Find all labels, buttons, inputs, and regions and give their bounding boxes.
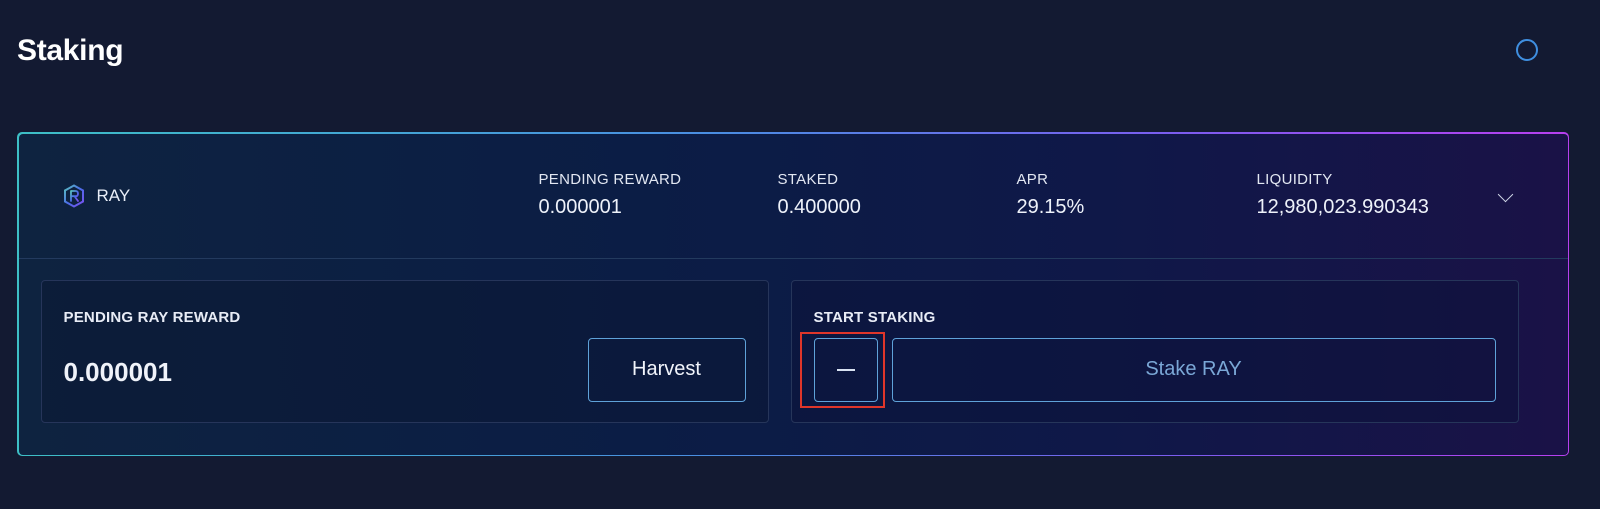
staking-page: Staking RAY PENDING REWARD 0.000001 STAK…: [0, 0, 1600, 509]
stat-staked: STAKED 0.400000: [778, 171, 861, 219]
stat-value: 0.400000: [777, 195, 861, 218]
staking-pool-card-body: RAY PENDING REWARD 0.000001 STAKED 0.400…: [18, 133, 1568, 455]
token-name: RAY: [96, 185, 131, 205]
minus-icon: [836, 368, 855, 371]
stake-panel: START STAKING Stake RAY: [790, 279, 1519, 423]
pool-header[interactable]: RAY PENDING REWARD 0.000001 STAKED 0.400…: [18, 134, 1568, 259]
stat-value: 29.15%: [1016, 195, 1085, 218]
token-info: RAY: [63, 183, 131, 208]
raydium-logo-icon: [63, 183, 84, 208]
refresh-icon[interactable]: [1516, 39, 1538, 61]
chevron-down-icon[interactable]: [1497, 186, 1513, 202]
pending-reward-label: PENDING RAY REWARD: [63, 308, 241, 326]
stat-value: 12,980,023.990343: [1256, 195, 1429, 218]
start-staking-label: START STAKING: [813, 308, 936, 326]
stat-label: PENDING REWARD: [538, 170, 682, 188]
stat-value: 0.000001: [538, 195, 622, 218]
staking-pool-card: RAY PENDING REWARD 0.000001 STAKED 0.400…: [17, 132, 1569, 456]
harvest-panel: PENDING RAY REWARD 0.000001 Harvest: [40, 279, 769, 423]
harvest-button[interactable]: Harvest: [587, 337, 746, 402]
stat-pending-reward: PENDING REWARD 0.000001: [539, 171, 682, 219]
unstake-minus-button[interactable]: [813, 337, 878, 402]
stat-liquidity: LIQUIDITY 12,980,023.990343: [1257, 171, 1429, 219]
pending-reward-value: 0.000001: [63, 356, 172, 387]
stat-apr: APR 29.15%: [1017, 171, 1085, 219]
stat-label: LIQUIDITY: [1256, 170, 1333, 188]
stat-label: STAKED: [777, 170, 839, 188]
stake-ray-button[interactable]: Stake RAY: [891, 337, 1496, 402]
page-title: Staking: [17, 34, 124, 67]
stat-label: APR: [1016, 170, 1049, 188]
